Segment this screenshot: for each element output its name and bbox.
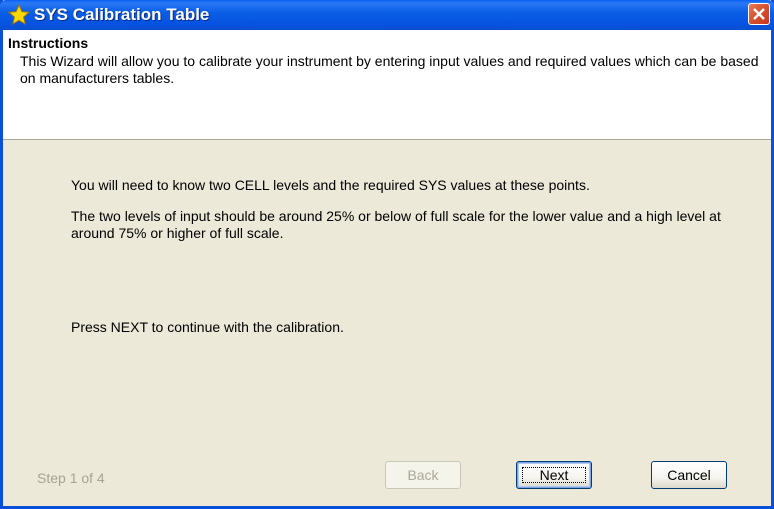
next-button[interactable]: Next xyxy=(516,461,592,489)
focus-ring xyxy=(522,467,586,483)
cancel-button[interactable]: Cancel xyxy=(651,461,727,489)
window-title: SYS Calibration Table xyxy=(34,5,210,24)
close-icon xyxy=(753,8,765,20)
back-button-label: Back xyxy=(407,467,439,483)
header-title: Instructions xyxy=(8,35,89,51)
close-button[interactable] xyxy=(748,3,770,25)
title-bar[interactable]: SYS Calibration Table xyxy=(0,0,774,30)
header-description: This Wizard will allow you to calibrate … xyxy=(20,53,759,86)
wizard-window: SYS Calibration Table Instructions This … xyxy=(0,0,774,509)
cancel-button-label: Cancel xyxy=(667,467,711,483)
instruction-paragraph-1: You will need to know two CELL levels an… xyxy=(71,177,590,193)
back-button[interactable]: Back xyxy=(385,461,461,489)
instruction-paragraph-3: Press NEXT to continue with the calibrat… xyxy=(71,319,344,335)
step-indicator: Step 1 of 4 xyxy=(37,470,105,486)
star-icon xyxy=(8,4,30,26)
instruction-paragraph-2: The two levels of input should be around… xyxy=(71,208,721,241)
